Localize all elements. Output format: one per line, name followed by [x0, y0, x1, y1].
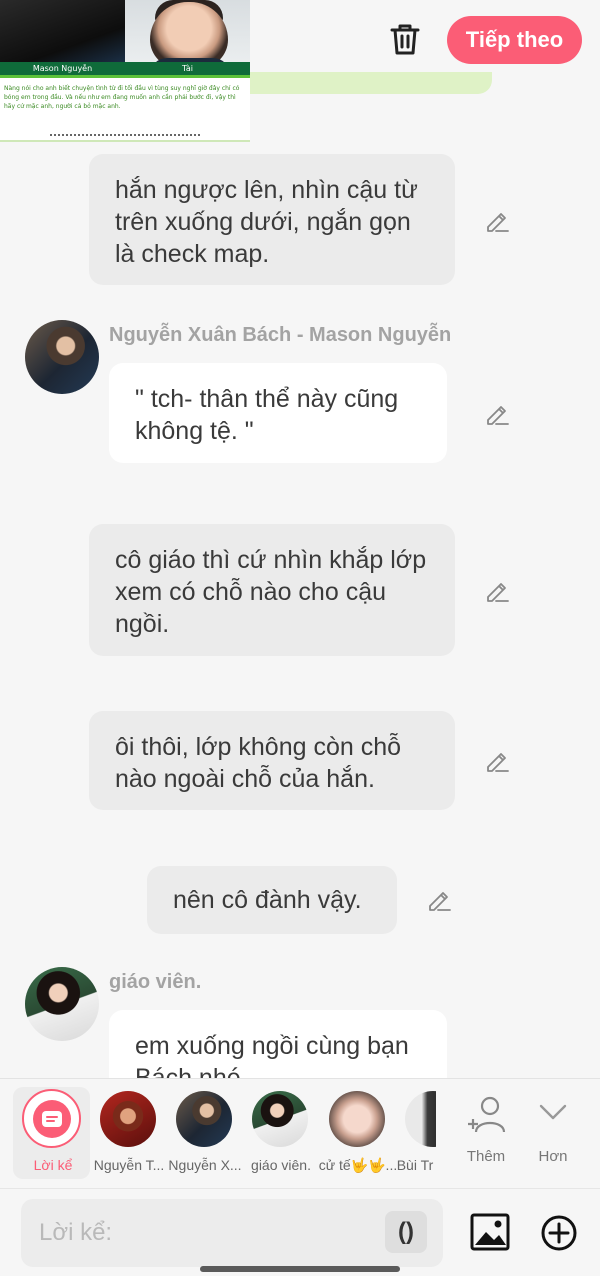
story-cover-image[interactable]: Mason Nguyễn Tài Nàng nói cho anh biết c…: [0, 0, 250, 142]
cover-caption-left: Mason Nguyễn: [0, 62, 125, 75]
parenthesis-button[interactable]: (): [385, 1211, 427, 1253]
edit-icon[interactable]: [484, 747, 510, 773]
narration-text: ôi thôi, lớp không còn chỗ nào ngoài chỗ…: [115, 733, 402, 793]
more-options-button[interactable]: Hơn: [518, 1094, 588, 1174]
avatar: [329, 1091, 385, 1147]
cover-dotted-line: [50, 134, 200, 138]
add-character-label: Thêm: [466, 1148, 506, 1165]
narration-bubble[interactable]: nên cô đành vậy.: [147, 866, 397, 934]
chevron-down-icon: [539, 1104, 567, 1120]
avatar: [252, 1091, 308, 1147]
composer-bar: (): [0, 1188, 600, 1276]
cast-item-label: Nguyễn T...: [93, 1157, 165, 1173]
cast-item-narration[interactable]: Lời kể: [13, 1087, 90, 1179]
cast-item-label: giáo viên.: [251, 1157, 311, 1173]
dialogue-bubble[interactable]: " tch- thân thể này cũng không tệ. ": [109, 363, 447, 463]
avatar: [176, 1091, 232, 1147]
trash-icon[interactable]: [388, 22, 422, 56]
edit-icon[interactable]: [426, 886, 452, 912]
cast-item[interactable]: giáo viên.: [241, 1079, 321, 1179]
cast-item[interactable]: cử tế🤟🤟...: [318, 1079, 398, 1179]
cast-item[interactable]: Nguyễn T...: [89, 1079, 169, 1179]
avatar[interactable]: [25, 320, 99, 394]
add-icon[interactable]: [539, 1213, 579, 1253]
cast-item-label: cử tế🤟🤟...: [318, 1157, 398, 1173]
cast-item-label: Bùi Tr: [396, 1157, 434, 1173]
avatar[interactable]: [25, 967, 99, 1041]
narration-icon: [32, 1099, 71, 1138]
image-icon[interactable]: [470, 1213, 510, 1251]
narration-avatar: [22, 1089, 81, 1148]
cover-caption-right: Tài: [125, 62, 250, 75]
cast-item-label: Nguyễn X...: [168, 1157, 242, 1173]
edit-icon[interactable]: [484, 207, 510, 233]
dialogue-text: " tch- thân thể này cũng không tệ. ": [135, 385, 399, 445]
add-character-button[interactable]: Thêm: [451, 1094, 521, 1174]
narration-text: nên cô đành vậy.: [173, 886, 362, 914]
narration-bubble[interactable]: cô giáo thì cứ nhìn khắp lớp xem có chỗ …: [89, 524, 455, 656]
cover-divider: [0, 75, 250, 78]
cast-item[interactable]: Nguyễn X...: [165, 1079, 245, 1179]
cast-item-label: Lời kể: [33, 1157, 73, 1173]
speaker-name: Nguyễn Xuân Bách - Mason Nguyễn: [109, 324, 452, 346]
cast-item[interactable]: Bùi Tr: [394, 1079, 436, 1179]
cover-lyrics-text: Nàng nói cho anh biết chuyện tình từ đi …: [4, 85, 240, 110]
speaker-name: giáo viên.: [109, 971, 202, 993]
narration-text: hắn ngược lên, nhìn cậu từ trên xuống dư…: [115, 176, 418, 268]
add-person-icon: [468, 1096, 506, 1133]
edit-icon[interactable]: [484, 577, 510, 603]
home-indicator: [200, 1266, 400, 1272]
narration-bubble[interactable]: hắn ngược lên, nhìn cậu từ trên xuống dư…: [89, 154, 455, 285]
edit-icon[interactable]: [484, 400, 510, 426]
narration-input[interactable]: [21, 1199, 443, 1267]
top-bar: Mason Nguyễn Tài Nàng nói cho anh biết c…: [0, 0, 600, 142]
narration-bubble[interactable]: ôi thôi, lớp không còn chỗ nào ngoài chỗ…: [89, 711, 455, 810]
next-button[interactable]: Tiếp theo: [447, 16, 582, 64]
previous-message-edge: [250, 72, 492, 94]
more-options-label: Hơn: [538, 1148, 568, 1165]
avatar: [405, 1091, 436, 1147]
avatar: [100, 1091, 156, 1147]
narration-text: cô giáo thì cứ nhìn khắp lớp xem có chỗ …: [115, 546, 427, 638]
